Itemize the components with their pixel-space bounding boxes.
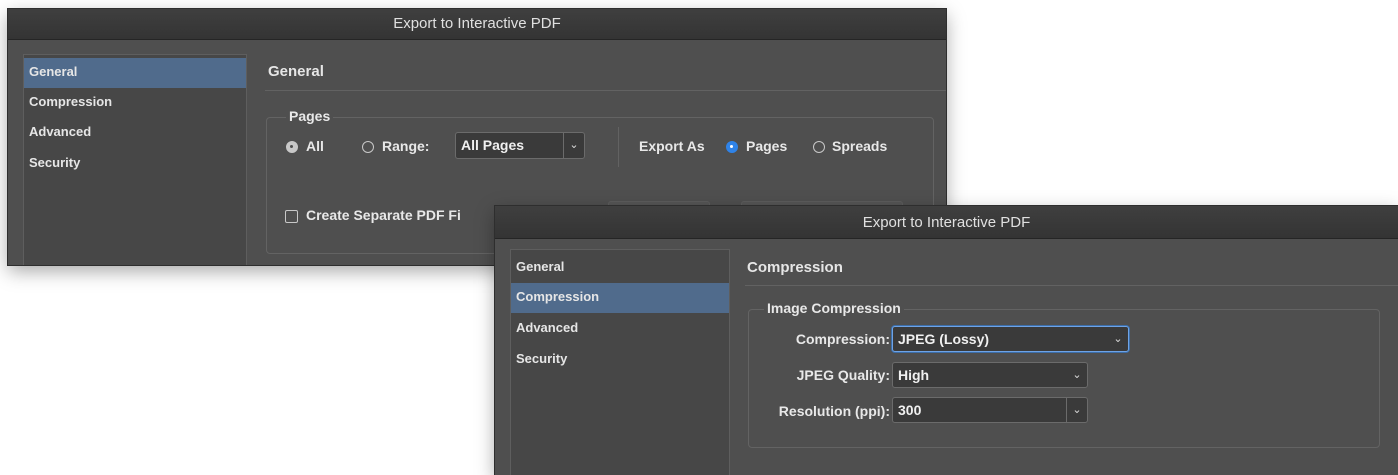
pages-label: Pages xyxy=(746,138,788,154)
jpeg-quality-label: JPEG Quality: xyxy=(796,367,890,383)
dialog-titlebar: Export to Interactive PDF xyxy=(8,9,946,40)
compression-select[interactable]: JPEG (Lossy) ⌄ xyxy=(892,326,1129,352)
compression-label: Compression: xyxy=(795,331,890,347)
chevron-down-icon: ⌄ xyxy=(1066,398,1087,422)
resolution-combobox[interactable]: 300 ⌄ xyxy=(892,397,1088,423)
pages-group-title: Pages xyxy=(286,108,334,124)
dialog-title: Export to Interactive PDF xyxy=(862,214,1031,231)
section-divider xyxy=(745,285,1398,286)
sidebar-item-security[interactable]: Security xyxy=(24,149,246,179)
spreads-label: Spreads xyxy=(832,138,888,154)
all-radio[interactable] xyxy=(286,141,298,153)
create-separate-checkbox[interactable] xyxy=(285,210,298,223)
compression-select-value: JPEG (Lossy) xyxy=(898,331,990,347)
section-title: General xyxy=(268,63,324,80)
chevron-down-icon: ⌄ xyxy=(1113,333,1123,345)
spreads-radio[interactable] xyxy=(813,141,825,153)
jpeg-quality-value: High xyxy=(898,367,930,383)
resolution-value: 300 xyxy=(898,402,922,418)
pages-radio[interactable] xyxy=(726,141,738,153)
sidebar-item-security[interactable]: Security xyxy=(511,345,729,375)
sidebar-item-general[interactable]: General xyxy=(511,253,729,283)
chevron-down-icon: ⌄ xyxy=(563,133,584,158)
dialog-title: Export to Interactive PDF xyxy=(393,15,561,32)
create-separate-label: Create Separate PDF Fi xyxy=(306,207,461,223)
sidebar-item-advanced[interactable]: Advanced xyxy=(511,314,729,344)
export-as-label: Export As xyxy=(639,138,705,154)
export-dialog-compression: Export to Interactive PDF General Compre… xyxy=(495,206,1398,475)
image-compression-title: Image Compression xyxy=(764,300,904,316)
section-divider xyxy=(265,90,946,91)
chevron-down-icon: ⌄ xyxy=(1072,369,1082,381)
resolution-label: Resolution (ppi): xyxy=(778,403,890,419)
sidebar: General Compression Advanced Security xyxy=(23,54,247,265)
sidebar-item-compression[interactable]: Compression xyxy=(24,88,246,118)
dialog-titlebar: Export to Interactive PDF xyxy=(495,206,1398,239)
sidebar-item-compression[interactable]: Compression xyxy=(511,283,729,313)
range-select[interactable]: All Pages ⌄ xyxy=(455,132,585,159)
sidebar: General Compression Advanced Security xyxy=(510,249,730,475)
range-label: Range: xyxy=(382,138,430,154)
range-radio[interactable] xyxy=(362,141,374,153)
all-label: All xyxy=(306,138,324,154)
range-select-value: All Pages xyxy=(461,137,525,153)
vertical-divider xyxy=(618,127,619,167)
sidebar-item-advanced[interactable]: Advanced xyxy=(24,118,246,148)
sidebar-item-general[interactable]: General xyxy=(24,58,246,88)
jpeg-quality-select[interactable]: High ⌄ xyxy=(892,362,1088,388)
section-title: Compression xyxy=(747,259,843,276)
